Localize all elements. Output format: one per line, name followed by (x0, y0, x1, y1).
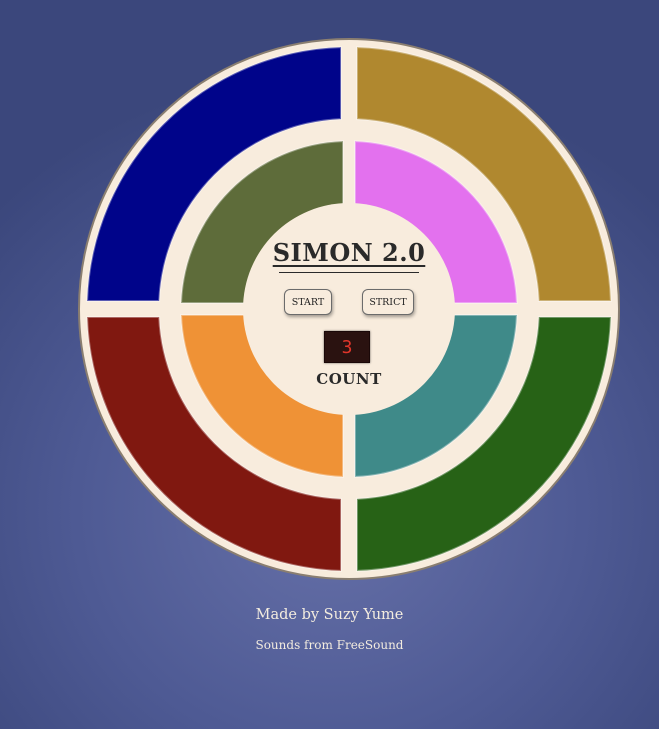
simon-board: SIMON 2.0 START STRICT 3 COUNT (78, 38, 620, 580)
count-display: 3 (324, 331, 370, 363)
made-by-credit: Made by Suzy Yume (255, 607, 404, 623)
game-title: SIMON 2.0 (272, 238, 426, 267)
sounds-credit: Sounds from FreeSound (255, 638, 404, 652)
strict-button[interactable]: STRICT (362, 289, 414, 315)
start-button[interactable]: START (284, 289, 332, 315)
count-label: COUNT (316, 370, 382, 388)
title-underline (279, 272, 419, 273)
control-panel: SIMON 2.0 START STRICT 3 COUNT (271, 238, 427, 438)
